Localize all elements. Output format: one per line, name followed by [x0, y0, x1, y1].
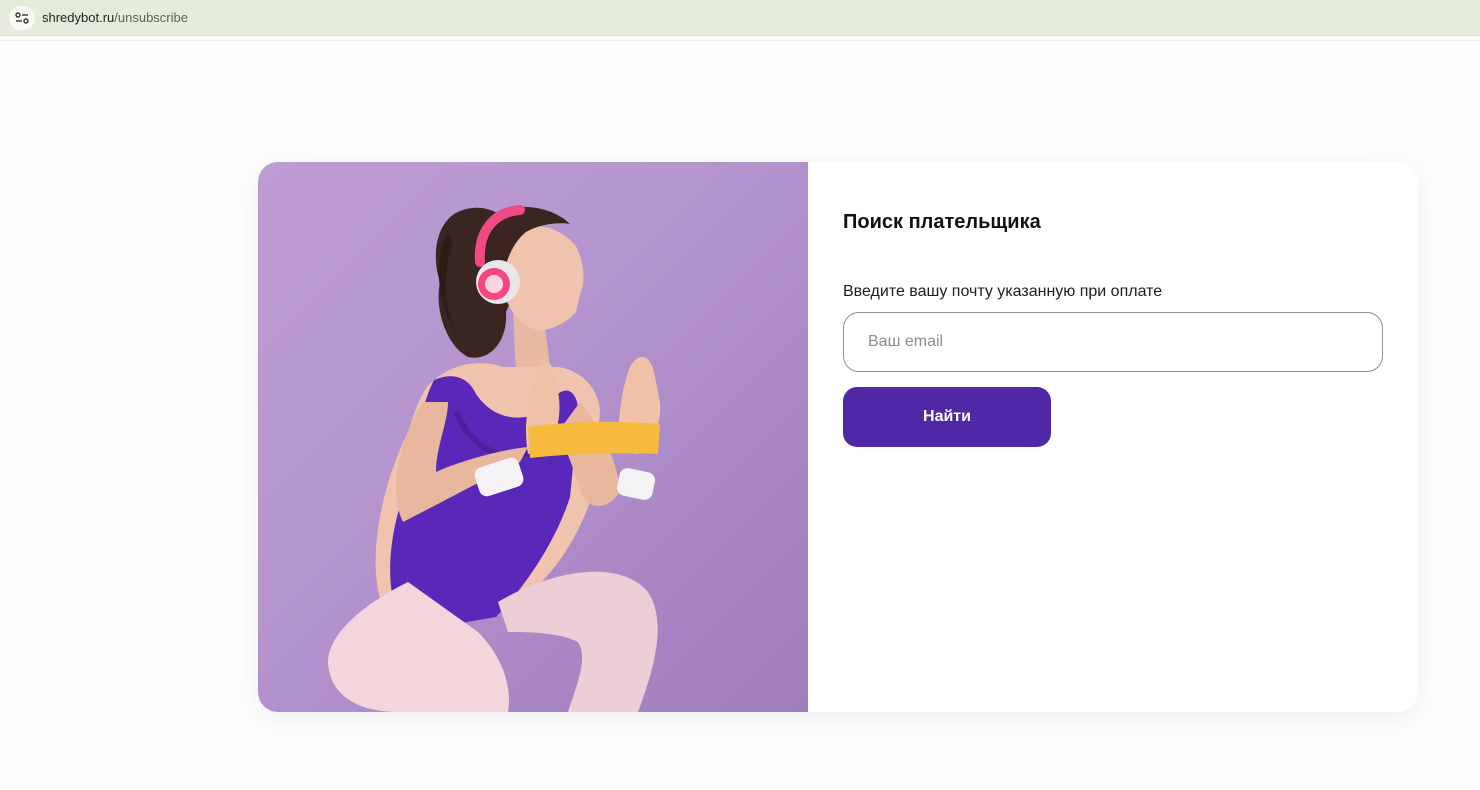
fitness-illustration: [328, 205, 661, 712]
header-divider: [0, 40, 1480, 41]
url-path: /unsubscribe: [114, 10, 188, 25]
url-host: shredybot.ru: [42, 10, 115, 25]
email-label: Введите вашу почту указанную при оплате: [843, 283, 1163, 300]
tune-icon: [15, 12, 29, 24]
browser-address-bar: shredybot.ru/unsubscribe: [0, 0, 1480, 36]
form-title: Поиск плательщика: [843, 211, 1041, 233]
payer-search-card: Поиск плательщика Введите вашу почту ука…: [258, 162, 1418, 712]
find-button[interactable]: Найти: [843, 387, 1051, 447]
email-input[interactable]: [843, 312, 1383, 372]
payer-search-form: Поиск плательщика Введите вашу почту ука…: [843, 162, 1383, 712]
url-field[interactable]: shredybot.ru/unsubscribe: [42, 10, 188, 26]
site-info-button[interactable]: [9, 6, 35, 30]
fitness-photo: [258, 162, 808, 712]
